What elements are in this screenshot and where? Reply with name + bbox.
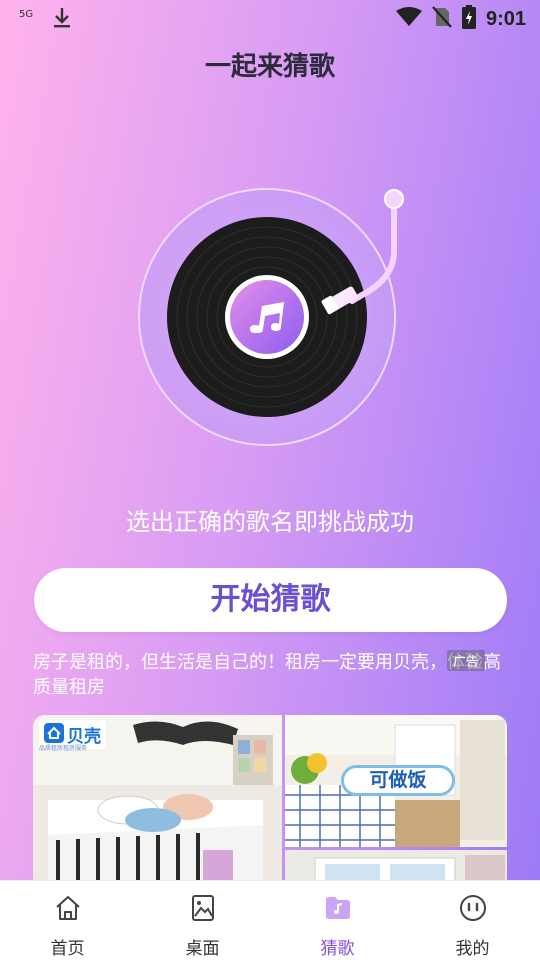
ad-kitchen-image: 可做饭 — [285, 715, 507, 847]
ad-badge: 广告 — [447, 650, 486, 671]
network-type: 5G — [19, 9, 34, 20]
no-sim-icon — [432, 6, 452, 32]
nav-item-desktop[interactable]: 桌面 — [135, 881, 270, 960]
music-folder-icon — [323, 893, 353, 927]
nav-item-mine[interactable]: 我的 — [405, 881, 540, 960]
wifi-icon — [395, 7, 422, 31]
nav-label-guess: 猜歌 — [320, 939, 355, 959]
download-icon — [52, 6, 72, 34]
nav-label-home: 首页 — [50, 939, 85, 959]
cook-badge: 可做饭 — [341, 765, 455, 796]
battery-charging-icon — [461, 5, 476, 33]
nav-item-home[interactable]: 首页 — [0, 881, 135, 960]
nav-item-guess[interactable]: 猜歌 — [270, 881, 405, 960]
image-icon — [188, 893, 218, 927]
brand-subtitle: 品质租房租房服务 — [39, 745, 88, 752]
home-icon — [53, 893, 83, 927]
nav-label-mine: 我的 — [455, 939, 490, 959]
ad-images[interactable]: 贝壳 品质租房租房服务 可做饭 — [33, 715, 507, 890]
page-title: 一起来猜歌 — [204, 52, 335, 82]
bottom-nav: 首页 桌面 猜歌 我的 — [0, 880, 540, 960]
hero-subtitle: 选出正确的歌名即挑战成功 — [126, 508, 414, 536]
ad-text[interactable]: 房子是租的，但生活是自己的！租房一定要用贝壳，体验高质量租房 — [33, 650, 508, 700]
status-bar: 5G 9:01 — [0, 0, 540, 36]
ad-bedroom-image: 贝壳 品质租房租房服务 — [33, 715, 282, 890]
start-guess-button[interactable]: 开始猜歌 — [34, 568, 507, 632]
smile-face-icon — [458, 893, 488, 927]
vinyl-record-icon — [138, 187, 408, 449]
nav-label-desktop: 桌面 — [185, 939, 220, 959]
clock: 9:01 — [485, 7, 526, 30]
